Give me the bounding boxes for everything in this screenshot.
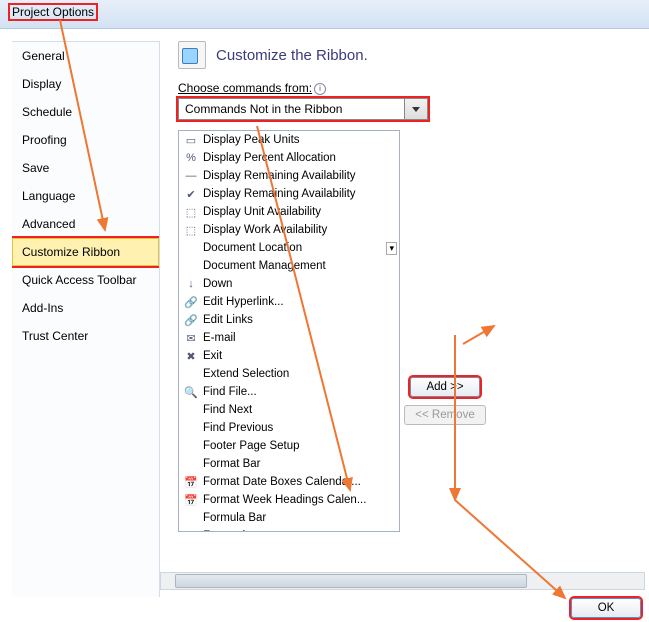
command-item[interactable]: 🔗 Edit Hyperlink... (179, 293, 399, 311)
command-label: Display Unit Availability (203, 206, 321, 218)
sidebar-item-quick-access-toolbar[interactable]: Quick Access Toolbar (12, 266, 159, 294)
window-title: Project Options (8, 3, 98, 21)
command-item[interactable]: % Display Percent Allocation (179, 149, 399, 167)
command-icon (183, 240, 199, 256)
command-icon (183, 258, 199, 274)
remove-button: << Remove (404, 405, 485, 425)
sidebar-item-general[interactable]: General (12, 42, 159, 70)
sidebar-item-trust-center[interactable]: Trust Center (12, 322, 159, 350)
command-label: Footer Page Setup (203, 440, 300, 452)
command-label: Formula Bar (203, 512, 266, 524)
command-icon: 🔗 (183, 294, 199, 310)
command-label: Display Percent Allocation (203, 152, 336, 164)
horizontal-scrollbar[interactable] (160, 572, 645, 590)
options-sidebar: GeneralDisplayScheduleProofingSaveLangua… (12, 41, 160, 597)
command-label: Document Location (203, 242, 302, 254)
command-icon: ↓ (183, 276, 199, 292)
titlebar: Project Options (0, 0, 649, 29)
sidebar-item-save[interactable]: Save (12, 154, 159, 182)
command-item[interactable]: Formula Bar (179, 509, 399, 527)
choose-commands-label: Choose commands from:i (178, 81, 649, 95)
command-icon (183, 420, 199, 436)
command-item[interactable]: Find Next (179, 401, 399, 419)
command-item[interactable]: ▭ Display Peak Units (179, 131, 399, 149)
page-heading: Customize the Ribbon. (216, 47, 368, 64)
ribbon-icon (178, 41, 206, 69)
add-button[interactable]: Add >> (410, 377, 480, 397)
command-item[interactable]: ↓ Down (179, 275, 399, 293)
command-icon: 📅 (183, 492, 199, 508)
command-label: Forward (203, 530, 245, 532)
command-item[interactable]: 📅 Format Week Headings Calen... (179, 491, 399, 509)
command-icon: ⬚ (183, 204, 199, 220)
command-item[interactable]: ✔ Display Remaining Availability (179, 185, 399, 203)
command-icon: ✖ (183, 348, 199, 364)
command-item[interactable]: Document Management (179, 257, 399, 275)
command-item[interactable]: ✖ Exit (179, 347, 399, 365)
command-label: Format Bar (203, 458, 261, 470)
command-item[interactable]: Find Previous (179, 419, 399, 437)
command-icon: ✔ (183, 186, 199, 202)
command-icon (183, 510, 199, 526)
command-icon: % (183, 150, 199, 166)
command-item[interactable]: ⬚ Display Unit Availability (179, 203, 399, 221)
choose-commands-combo[interactable]: Commands Not in the Ribbon (178, 98, 428, 120)
command-icon: → (183, 528, 199, 532)
command-icon (183, 438, 199, 454)
command-label: Display Peak Units (203, 134, 300, 146)
command-icon (183, 402, 199, 418)
command-label: Format Week Headings Calen... (203, 494, 366, 506)
command-icon: 📅 (183, 474, 199, 490)
command-label: Down (203, 278, 232, 290)
command-item[interactable]: 🔍 Find File... (179, 383, 399, 401)
command-label: Find Next (203, 404, 252, 416)
command-label: E-mail (203, 332, 236, 344)
command-label: Exit (203, 350, 222, 362)
command-icon: ✉ (183, 330, 199, 346)
command-label: Display Remaining Availability (203, 188, 356, 200)
command-item[interactable]: Footer Page Setup (179, 437, 399, 455)
command-icon: — (183, 168, 199, 184)
command-item[interactable]: ✉ E-mail (179, 329, 399, 347)
sidebar-item-language[interactable]: Language (12, 182, 159, 210)
command-item[interactable]: → Forward (179, 527, 399, 532)
command-icon: ▭ (183, 132, 199, 148)
command-label: Format Date Boxes Calendar... (203, 476, 361, 488)
sidebar-item-schedule[interactable]: Schedule (12, 98, 159, 126)
command-icon (183, 366, 199, 382)
command-item[interactable]: Extend Selection (179, 365, 399, 383)
chevron-down-icon (412, 107, 420, 112)
command-item[interactable]: Format Bar (179, 455, 399, 473)
command-icon: 🔗 (183, 312, 199, 328)
sidebar-item-proofing[interactable]: Proofing (12, 126, 159, 154)
command-icon: ⬚ (183, 222, 199, 238)
ok-button[interactable]: OK (571, 598, 641, 618)
command-item[interactable]: — Display Remaining Availability (179, 167, 399, 185)
sidebar-item-advanced[interactable]: Advanced (12, 210, 159, 238)
command-item[interactable]: 📅 Format Date Boxes Calendar... (179, 473, 399, 491)
command-icon: 🔍 (183, 384, 199, 400)
command-item[interactable]: 🔗 Edit Links (179, 311, 399, 329)
sidebar-item-add-ins[interactable]: Add-Ins (12, 294, 159, 322)
command-label: Find Previous (203, 422, 273, 434)
command-label: Display Work Availability (203, 224, 327, 236)
command-label: Find File... (203, 386, 257, 398)
command-label: Edit Hyperlink... (203, 296, 284, 308)
combo-dropdown-button[interactable] (404, 99, 427, 119)
command-item[interactable]: Document Location ▾ (179, 239, 399, 257)
sidebar-item-display[interactable]: Display (12, 70, 159, 98)
info-icon: i (314, 83, 326, 95)
commands-listbox[interactable]: ▭ Display Peak Units% Display Percent Allo… (178, 130, 400, 532)
overflow-badge[interactable]: ▾ (386, 242, 397, 255)
command-label: Edit Links (203, 314, 253, 326)
command-icon (183, 456, 199, 472)
command-label: Display Remaining Availability (203, 170, 356, 182)
command-item[interactable]: ⬚ Display Work Availability (179, 221, 399, 239)
sidebar-item-customize-ribbon[interactable]: Customize Ribbon (12, 238, 159, 266)
choose-commands-value: Commands Not in the Ribbon (179, 99, 404, 119)
command-label: Extend Selection (203, 368, 289, 380)
command-label: Document Management (203, 260, 326, 272)
